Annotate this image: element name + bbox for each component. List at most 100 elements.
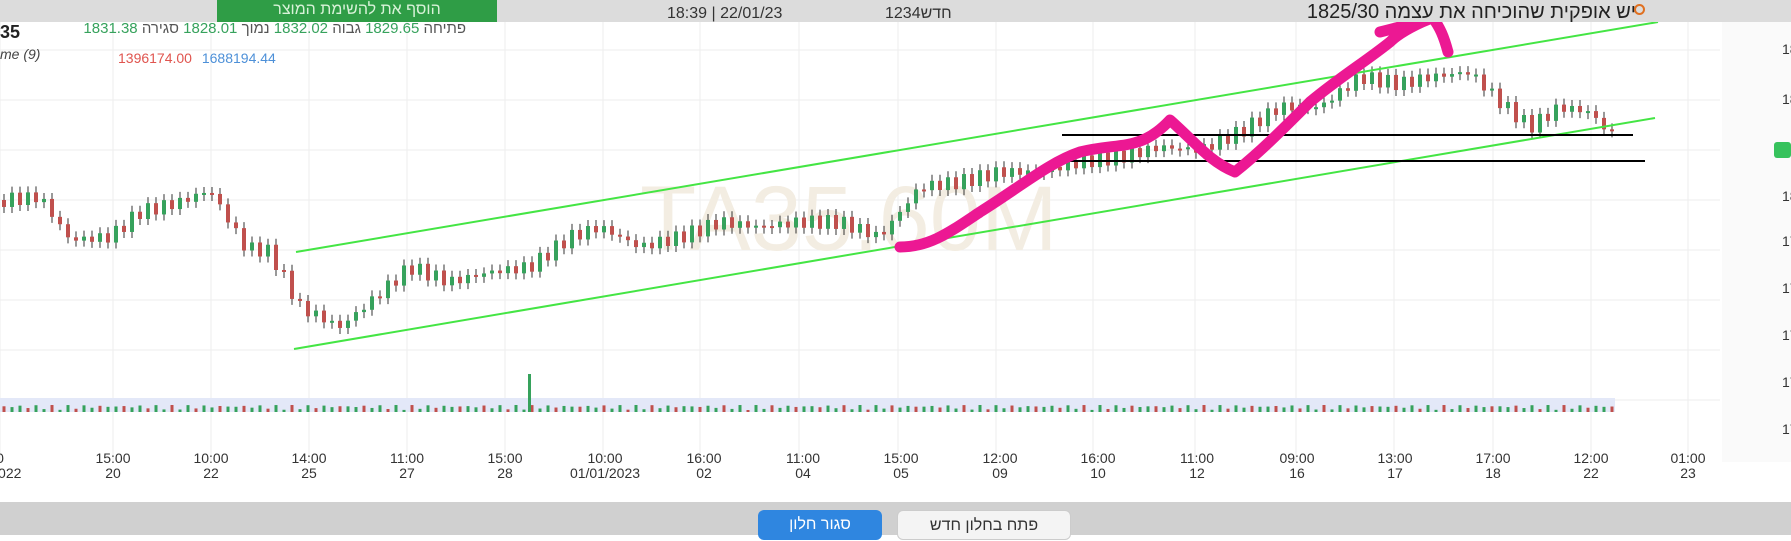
volume-bar (1346, 408, 1350, 412)
volume-bar (722, 405, 726, 412)
volume-bar (58, 409, 62, 412)
volume-bar (682, 406, 686, 412)
volume-bar (194, 408, 198, 412)
volume-bar (1354, 405, 1358, 412)
volume-bar (914, 406, 918, 412)
volume-bar (1314, 409, 1318, 412)
volume-bar (122, 406, 126, 412)
volume-bar (1042, 406, 1046, 412)
ohlc-close-value: 1831.38 (83, 20, 138, 37)
volume-bar (554, 407, 558, 412)
candle (130, 211, 134, 232)
volume-bar (362, 405, 366, 412)
candle (666, 236, 670, 246)
x-axis-time-label: 12:00 (982, 450, 1017, 466)
candle (82, 236, 86, 241)
candle (162, 200, 166, 215)
volume-value-a: 1396174.00 (118, 50, 192, 66)
volume-bar (794, 406, 798, 412)
volume-bar (522, 409, 526, 412)
volume-bar (1122, 407, 1126, 412)
volume-bar (938, 407, 942, 412)
close-window-button[interactable]: סגור חלון (758, 510, 882, 540)
x-axis-date-label: 05 (893, 465, 909, 481)
volume-bar (1066, 405, 1070, 412)
y-axis-label: 17 (1782, 421, 1791, 437)
volume-bar (1482, 407, 1486, 412)
candle (802, 217, 806, 228)
open-new-window-button[interactable]: פתח בחלון חדש (897, 510, 1071, 540)
post-username[interactable]: חדש1234 (885, 5, 952, 23)
x-axis-time-label: 11:00 (1180, 450, 1214, 466)
candle (922, 189, 926, 192)
candle (730, 217, 734, 228)
volume-bar (426, 405, 430, 412)
volume-bar (874, 405, 878, 412)
candle (770, 226, 774, 229)
candle (1578, 105, 1582, 113)
volume-bar (834, 408, 838, 412)
candle (1106, 152, 1110, 166)
volume-bar (650, 405, 654, 412)
candle (1482, 74, 1486, 91)
volume-bar (1602, 406, 1606, 412)
volume-bar (970, 409, 974, 412)
volume-bar (498, 405, 502, 412)
candle (218, 193, 222, 205)
volume-bar (1146, 406, 1150, 412)
volume-bar (666, 405, 670, 412)
channel-lower-line (293, 117, 1656, 350)
candle (1458, 72, 1462, 75)
volume-bar (154, 405, 158, 412)
candle (690, 225, 694, 243)
volume-bar (954, 408, 958, 412)
candle (890, 220, 894, 235)
candle (850, 216, 854, 233)
candle (314, 310, 318, 317)
volume-bar (906, 405, 910, 412)
volume-bar (274, 405, 278, 412)
volume-bar (1498, 406, 1502, 412)
volume-bar (210, 407, 214, 412)
volume-bar (602, 405, 606, 412)
candle (1338, 88, 1342, 101)
volume-bar (714, 407, 718, 412)
volume-bar (1394, 405, 1398, 412)
candle (1002, 167, 1006, 177)
volume-bar (922, 406, 926, 412)
y-axis-label: 17 (1782, 233, 1791, 249)
ohlc-high-label: גבוה (332, 20, 361, 37)
volume-bar (882, 408, 886, 412)
x-axis-date-label: 28 (497, 465, 513, 481)
candle (1114, 150, 1118, 166)
volume-bar (1594, 405, 1598, 412)
volume-bar (306, 405, 310, 412)
candle (250, 242, 254, 251)
volume-bar (1306, 405, 1310, 412)
volume-bar (1114, 405, 1118, 412)
x-axis-time-label: 15:00 (95, 450, 130, 466)
volume-bar (458, 406, 462, 412)
volume-bar (1058, 407, 1062, 412)
volume-bar (474, 407, 478, 412)
x-axis-time-label: 14:00 (291, 450, 326, 466)
volume-bar (202, 405, 206, 412)
candle (570, 229, 574, 249)
volume-bar (170, 405, 174, 412)
volume-bar (266, 408, 270, 412)
candle (1330, 100, 1334, 103)
candle (442, 270, 446, 286)
candle (50, 198, 54, 217)
x-axis-date-label: 3/2022 (0, 465, 22, 481)
volume-bar (1554, 409, 1558, 412)
volume-bar (242, 405, 246, 412)
volume-bar (1098, 405, 1102, 412)
candle (282, 269, 286, 272)
candle (322, 310, 326, 323)
candle (642, 242, 646, 248)
x-axis-time-label: 12:00 (1573, 450, 1608, 466)
volume-bar (1298, 408, 1302, 412)
candle (418, 263, 422, 275)
volume-bar (610, 408, 614, 412)
x-axis-date-label: 02 (696, 465, 712, 481)
